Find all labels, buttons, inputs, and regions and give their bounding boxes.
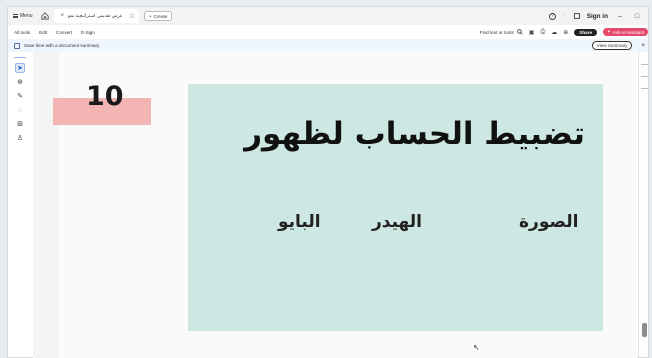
page-number: 10: [86, 81, 124, 112]
scrollbar-thumb[interactable]: [642, 323, 647, 337]
create-label: Create: [153, 13, 168, 19]
sparkle-icon: ✦: [607, 29, 611, 34]
zoom-icon[interactable]: ⊕: [15, 77, 25, 87]
slide-item: الهيدر: [372, 212, 422, 232]
hamburger-icon: [13, 14, 18, 18]
sign-in-button[interactable]: Sign in: [587, 13, 608, 20]
toolbar-right: Find text or tools ▣ ⎙ ☁ ⊕ Share ✦ Ask A…: [480, 28, 648, 36]
scroll-marker: [641, 64, 648, 67]
slide-item: الصورة: [519, 212, 579, 232]
cloud-icon[interactable]: ☁: [551, 29, 557, 36]
print-icon[interactable]: ⎙: [540, 29, 545, 36]
document-tab[interactable]: ☆ عرض تقديمي استراتيجية نمو ×: [53, 9, 139, 23]
menu-all-tools[interactable]: All tools: [14, 30, 30, 35]
eraser-icon[interactable]: ◌: [15, 105, 25, 115]
star-icon[interactable]: ☆: [129, 12, 135, 20]
pen-icon[interactable]: ✎: [15, 91, 25, 101]
create-button[interactable]: + Create: [143, 11, 173, 21]
plus-icon: +: [148, 13, 152, 19]
menu-esign[interactable]: E-Sign: [81, 30, 95, 35]
menu-button[interactable]: Menu: [8, 7, 38, 25]
help-icon[interactable]: ?: [549, 12, 557, 20]
text-box-icon[interactable]: ⊞: [15, 119, 25, 129]
apps-grid-icon[interactable]: [573, 13, 580, 19]
cursor-select-icon[interactable]: ➤: [15, 63, 25, 73]
minimize-button[interactable]: –: [615, 13, 625, 20]
tool-rail: ➤ ⊕ ✎ ◌ ⊞ ♙: [8, 52, 34, 357]
vertical-scrollbar[interactable]: [638, 52, 648, 357]
search-icon: [516, 29, 523, 35]
tab-bar-right: ? ◌ Sign in – □: [549, 12, 648, 20]
bell-icon[interactable]: ◌: [563, 13, 567, 19]
close-banner-icon[interactable]: ×: [641, 43, 645, 49]
document-summary-icon: [14, 42, 20, 49]
maximize-button[interactable]: □: [632, 13, 642, 20]
menu-convert[interactable]: Convert: [56, 30, 72, 35]
close-tab-icon[interactable]: ×: [61, 13, 65, 19]
ai-assistant-button[interactable]: ✦ Ask AI Assistant: [603, 28, 648, 36]
scroll-marker: [641, 88, 648, 91]
save-icon[interactable]: ▣: [529, 29, 535, 36]
slide-title: تضبيط الحساب لظهور: [244, 116, 585, 152]
scroll-marker: [641, 76, 648, 79]
banner-text: Save time with a document summary: [24, 43, 100, 48]
find-label: Find text or tools: [479, 29, 514, 35]
stamp-icon[interactable]: ♙: [15, 133, 25, 143]
tab-bar: Menu ☆ عرض تقديمي استراتيجية نمو × + Cre…: [8, 7, 648, 25]
main-toolbar: All tools Edit Convert E-Sign Find text …: [8, 25, 648, 39]
toolbar-menu: All tools Edit Convert E-Sign: [8, 30, 95, 35]
slide-item: البايو: [278, 212, 321, 232]
mouse-cursor-icon: ↖: [473, 343, 480, 352]
home-icon[interactable]: [41, 12, 50, 21]
globe-icon[interactable]: ⊕: [563, 29, 568, 36]
ai-assistant-label: Ask AI Assistant: [612, 29, 644, 35]
menu-edit[interactable]: Edit: [39, 30, 47, 35]
view-summary-button[interactable]: View Summary: [591, 41, 633, 50]
document-tab-title: عرض تقديمي استراتيجية نمو: [68, 13, 123, 18]
menu-label: Menu: [20, 13, 33, 19]
rail-divider: [14, 57, 26, 58]
find-tools-button[interactable]: Find text or tools: [480, 29, 523, 35]
share-button[interactable]: Share: [574, 28, 598, 36]
